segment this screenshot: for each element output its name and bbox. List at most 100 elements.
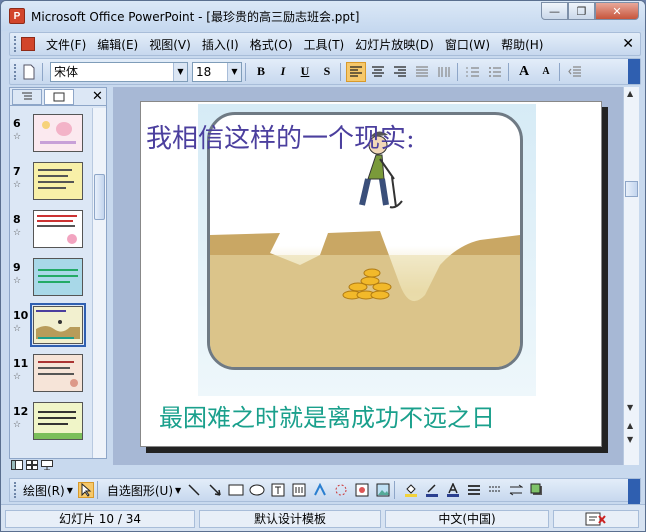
scroll-up-icon[interactable]: ▲ bbox=[627, 89, 633, 98]
slide-thumbnail-image[interactable] bbox=[33, 258, 83, 296]
slide-thumbnail-image[interactable] bbox=[33, 210, 83, 248]
minimize-button[interactable]: — bbox=[541, 2, 568, 20]
slide-caption[interactable]: 最困难之时就是离成功不远之日 bbox=[159, 398, 495, 433]
slides-pane-scrollbar[interactable] bbox=[92, 108, 106, 458]
toolbar-grip[interactable] bbox=[14, 36, 17, 52]
font-color-icon[interactable] bbox=[445, 482, 461, 498]
design-template-status[interactable]: 默认设计模板 bbox=[199, 509, 381, 528]
align-right-icon[interactable] bbox=[390, 62, 410, 82]
draw-menu-button[interactable]: 绘图(R) bbox=[23, 482, 65, 499]
vertical-text-box-icon[interactable] bbox=[291, 482, 307, 498]
slideshow-view-icon[interactable] bbox=[41, 459, 53, 473]
menu-help[interactable]: 帮助(H) bbox=[501, 36, 543, 53]
slide-number: 9 bbox=[13, 261, 21, 274]
toolbar-options-icon[interactable] bbox=[628, 479, 640, 504]
scrollbar-thumb[interactable] bbox=[625, 181, 638, 197]
clip-art-icon[interactable] bbox=[354, 482, 370, 498]
chevron-down-icon[interactable]: ▼ bbox=[227, 62, 241, 81]
toolbar-options-icon[interactable] bbox=[628, 59, 640, 84]
toolbar-separator bbox=[394, 481, 396, 499]
bulleted-list-icon[interactable] bbox=[485, 62, 505, 82]
slide-vertical-scrollbar[interactable]: ▲ ▼ ▲ ▼ bbox=[623, 87, 639, 465]
wordart-icon[interactable] bbox=[312, 482, 328, 498]
scroll-down-icon[interactable]: ▼ bbox=[627, 403, 633, 412]
menu-view[interactable]: 视图(V) bbox=[149, 36, 191, 53]
autoshapes-menu-button[interactable]: 自选图形(U) bbox=[107, 482, 173, 499]
language-status[interactable]: 中文(中国) bbox=[385, 509, 549, 528]
chevron-down-icon[interactable]: ▼ bbox=[175, 486, 181, 495]
insert-picture-icon[interactable] bbox=[375, 482, 391, 498]
shadow-button[interactable]: S bbox=[317, 62, 337, 82]
slide-thumbnail-12[interactable]: 12 ☆ bbox=[10, 400, 92, 448]
menu-window[interactable]: 窗口(W) bbox=[445, 36, 490, 53]
justify-icon[interactable] bbox=[412, 62, 432, 82]
arrow-style-icon[interactable] bbox=[508, 482, 524, 498]
document-close-icon[interactable]: ✕ bbox=[622, 36, 634, 52]
fill-color-icon[interactable] bbox=[403, 482, 419, 498]
slide-canvas[interactable]: 我相信这样的一个现实: 最困难之时就是离成功不远之日 bbox=[140, 101, 602, 447]
tab-outline[interactable] bbox=[12, 88, 42, 105]
decrease-indent-icon[interactable] bbox=[565, 62, 585, 82]
italic-button[interactable]: I bbox=[273, 62, 293, 82]
new-document-icon[interactable] bbox=[19, 62, 39, 82]
menu-file[interactable]: 文件(F) bbox=[46, 36, 86, 53]
decrease-font-size-button[interactable]: A bbox=[536, 62, 556, 82]
slide-thumbnail-image[interactable] bbox=[30, 303, 86, 347]
select-objects-icon[interactable] bbox=[77, 482, 94, 498]
animation-star-icon: ☆ bbox=[13, 180, 22, 190]
align-left-icon[interactable] bbox=[346, 61, 366, 82]
toolbar-separator bbox=[245, 62, 246, 81]
powerpoint-app-icon[interactable]: P bbox=[9, 8, 25, 24]
diagram-icon[interactable] bbox=[333, 482, 349, 498]
close-button[interactable]: ✕ bbox=[595, 2, 639, 20]
increase-font-size-button[interactable]: A bbox=[514, 62, 534, 82]
distributed-align-icon[interactable] bbox=[434, 62, 454, 82]
menu-slideshow[interactable]: 幻灯片放映(D) bbox=[355, 36, 434, 53]
previous-slide-icon[interactable]: ▲ bbox=[627, 421, 633, 430]
animation-star-icon: ☆ bbox=[13, 276, 22, 286]
spelling-check-icon[interactable] bbox=[553, 509, 639, 528]
numbered-list-icon[interactable] bbox=[463, 62, 483, 82]
dash-style-icon[interactable] bbox=[487, 482, 503, 498]
line-style-icon[interactable] bbox=[466, 482, 482, 498]
text-box-icon[interactable] bbox=[270, 482, 286, 498]
next-slide-icon[interactable]: ▼ bbox=[627, 435, 633, 444]
slide-thumbnail-9[interactable]: 9 ☆ bbox=[10, 256, 92, 304]
align-center-icon[interactable] bbox=[368, 62, 388, 82]
slide-thumbnail-10[interactable]: 10 ☆ bbox=[10, 303, 92, 352]
slide-thumbnail-7[interactable]: 7 ☆ bbox=[10, 160, 92, 208]
toolbar-grip[interactable] bbox=[14, 482, 17, 498]
slide-thumbnail-image[interactable] bbox=[33, 354, 83, 392]
menu-insert[interactable]: 插入(I) bbox=[202, 36, 239, 53]
slide-sorter-view-icon[interactable] bbox=[26, 459, 38, 473]
oval-tool-icon[interactable] bbox=[249, 482, 265, 498]
slide-thumbnail-image[interactable] bbox=[33, 402, 83, 440]
arrow-tool-icon[interactable] bbox=[207, 482, 223, 498]
normal-view-icon[interactable] bbox=[11, 459, 23, 473]
rectangle-tool-icon[interactable] bbox=[228, 482, 244, 498]
slide-title[interactable]: 我相信这样的一个现实: bbox=[146, 118, 415, 155]
slide-thumbnail-6[interactable]: 6 ☆ bbox=[10, 112, 92, 160]
line-color-icon[interactable] bbox=[424, 482, 440, 498]
font-name-select[interactable]: 宋体 ▼ bbox=[50, 61, 188, 82]
toolbar-grip[interactable] bbox=[14, 63, 17, 80]
underline-button[interactable]: U bbox=[295, 62, 315, 82]
pane-close-icon[interactable]: ✕ bbox=[92, 89, 103, 104]
menu-format[interactable]: 格式(O) bbox=[250, 36, 293, 53]
bold-button[interactable]: B bbox=[251, 62, 271, 82]
menu-edit[interactable]: 编辑(E) bbox=[97, 36, 138, 53]
slide-thumbnail-image[interactable] bbox=[33, 114, 83, 152]
scrollbar-thumb[interactable] bbox=[94, 174, 105, 220]
document-icon[interactable] bbox=[21, 37, 35, 51]
slide-thumbnail-8[interactable]: 8 ☆ bbox=[10, 208, 92, 256]
tab-slides[interactable] bbox=[44, 88, 74, 105]
font-size-select[interactable]: 18 ▼ bbox=[192, 61, 242, 82]
slide-thumbnail-11[interactable]: 11 ☆ bbox=[10, 352, 92, 400]
slide-thumbnail-image[interactable] bbox=[33, 162, 83, 200]
menu-tools[interactable]: 工具(T) bbox=[304, 36, 345, 53]
shadow-style-icon[interactable] bbox=[529, 482, 545, 498]
restore-button[interactable]: ❐ bbox=[568, 2, 595, 20]
chevron-down-icon[interactable]: ▼ bbox=[173, 62, 187, 81]
line-tool-icon[interactable] bbox=[186, 482, 202, 498]
chevron-down-icon[interactable]: ▼ bbox=[67, 486, 73, 495]
